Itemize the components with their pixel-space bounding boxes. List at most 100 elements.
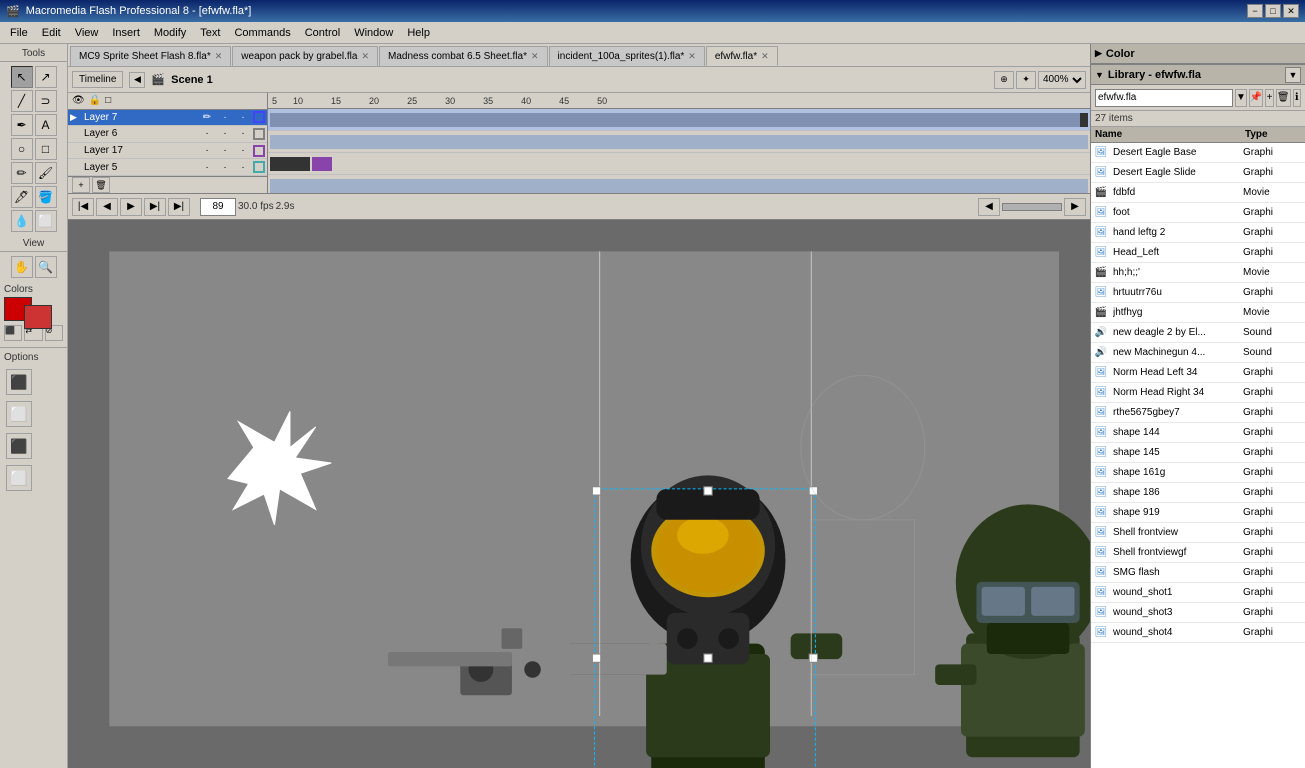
- lib-item-13[interactable]: 🖼 rthe5675gbey7 Graphi: [1091, 403, 1305, 423]
- layer-row-3[interactable]: Layer 5 · · ·: [68, 159, 267, 176]
- delete-layer-btn[interactable]: 🗑: [92, 177, 110, 193]
- snap-btn[interactable]: ⊕: [994, 71, 1014, 89]
- lib-item-23[interactable]: 🖼 wound_shot3 Graphi: [1091, 603, 1305, 623]
- pen-tool[interactable]: ✒: [11, 114, 33, 136]
- close-button[interactable]: ✕: [1283, 4, 1299, 18]
- go-end-btn[interactable]: ▶|: [168, 198, 190, 216]
- lib-item-21[interactable]: 🖼 SMG flash Graphi: [1091, 563, 1305, 583]
- tab-close-4[interactable]: ✕: [761, 51, 769, 62]
- tab-3[interactable]: incident_100a_sprites(1).fla*✕: [549, 46, 705, 66]
- timeline-scrollbar[interactable]: [1002, 203, 1062, 211]
- layer-3-lock[interactable]: ·: [217, 162, 233, 173]
- tab-2[interactable]: Madness combat 6.5 Sheet.fla*✕: [379, 46, 548, 66]
- layer-2-vis[interactable]: ·: [199, 145, 215, 156]
- menu-item-view[interactable]: View: [69, 25, 105, 41]
- lib-pin-btn[interactable]: 📌: [1249, 89, 1263, 107]
- hand-tool[interactable]: ✋: [11, 256, 33, 278]
- lib-item-19[interactable]: 🖼 Shell frontview Graphi: [1091, 523, 1305, 543]
- rect-tool[interactable]: □: [35, 138, 57, 160]
- lib-item-1[interactable]: 🖼 Desert Eagle Slide Graphi: [1091, 163, 1305, 183]
- lib-item-18[interactable]: 🖼 shape 919 Graphi: [1091, 503, 1305, 523]
- lib-item-7[interactable]: 🖼 hrtuutrr76u Graphi: [1091, 283, 1305, 303]
- menu-item-control[interactable]: Control: [299, 25, 346, 41]
- lib-item-0[interactable]: 🖼 Desert Eagle Base Graphi: [1091, 143, 1305, 163]
- window-controls[interactable]: − □ ✕: [1247, 4, 1299, 18]
- text-tool[interactable]: A: [35, 114, 57, 136]
- lib-item-3[interactable]: 🖼 foot Graphi: [1091, 203, 1305, 223]
- lib-item-9[interactable]: 🔊 new deagle 2 by El... Sound: [1091, 323, 1305, 343]
- step-back-btn[interactable]: ◀: [96, 198, 118, 216]
- tab-1[interactable]: weapon pack by grabel.fla✕: [232, 46, 378, 66]
- layer-2-lock[interactable]: ·: [217, 145, 233, 156]
- tab-4[interactable]: efwfw.fla*✕: [706, 46, 778, 66]
- layer-3-vis[interactable]: ·: [199, 162, 215, 173]
- layer-row-1[interactable]: Layer 6 · · ·: [68, 126, 267, 143]
- lib-item-2[interactable]: 🎬 fdbfd Movie: [1091, 183, 1305, 203]
- lib-item-16[interactable]: 🖼 shape 161g Graphi: [1091, 463, 1305, 483]
- timeline-scroll-left[interactable]: ◀: [978, 198, 1000, 216]
- lib-props-btn[interactable]: ℹ: [1293, 89, 1301, 107]
- scene-nav-prev[interactable]: ◀: [129, 72, 145, 88]
- tab-close-2[interactable]: ✕: [531, 51, 539, 62]
- layer-0-lock[interactable]: ·: [235, 112, 251, 123]
- option-btn-3[interactable]: ⬛: [6, 433, 32, 459]
- layer-1-x[interactable]: ·: [235, 128, 251, 139]
- menu-item-insert[interactable]: Insert: [106, 25, 146, 41]
- lib-item-11[interactable]: 🖼 Norm Head Left 34 Graphi: [1091, 363, 1305, 383]
- layer-0-vis[interactable]: ·: [217, 112, 233, 123]
- lib-item-22[interactable]: 🖼 wound_shot1 Graphi: [1091, 583, 1305, 603]
- option-btn-2[interactable]: ⬜: [6, 401, 32, 427]
- menu-item-help[interactable]: Help: [401, 25, 436, 41]
- subselect-tool[interactable]: ↗: [35, 66, 57, 88]
- tab-0[interactable]: MC9 Sprite Sheet Flash 8.fla*✕: [70, 46, 231, 66]
- line-tool[interactable]: ╱: [11, 90, 33, 112]
- menu-item-edit[interactable]: Edit: [36, 25, 67, 41]
- step-fwd-btn[interactable]: ▶|: [144, 198, 166, 216]
- lib-item-15[interactable]: 🖼 shape 145 Graphi: [1091, 443, 1305, 463]
- tab-close-3[interactable]: ✕: [688, 51, 696, 62]
- zoom-tool[interactable]: 🔍: [35, 256, 57, 278]
- menu-item-file[interactable]: File: [4, 25, 34, 41]
- layer-row-0[interactable]: ▶ Layer 7 ✏ · ·: [68, 110, 267, 127]
- pencil-tool[interactable]: ✏: [11, 162, 33, 184]
- option-btn-1[interactable]: ⬛: [6, 369, 32, 395]
- default-colors-btn[interactable]: ⬛: [4, 325, 22, 341]
- arrow-tool[interactable]: ↖: [11, 66, 33, 88]
- ink-bottle[interactable]: 🖋: [11, 186, 33, 208]
- maximize-button[interactable]: □: [1265, 4, 1281, 18]
- lib-delete-btn[interactable]: 🗑: [1276, 89, 1291, 107]
- go-start-btn[interactable]: |◀: [72, 198, 94, 216]
- eraser-tool[interactable]: ⬜: [35, 210, 57, 232]
- lock-icon[interactable]: 🔒: [89, 95, 101, 106]
- outline-icon[interactable]: □: [105, 95, 111, 106]
- layer-3-x[interactable]: ·: [235, 162, 251, 173]
- minimize-button[interactable]: −: [1247, 4, 1263, 18]
- menu-item-modify[interactable]: Modify: [148, 25, 192, 41]
- smooth-btn[interactable]: ✦: [1016, 71, 1036, 89]
- layer-0-eye[interactable]: ✏: [199, 112, 215, 123]
- tab-close-0[interactable]: ✕: [215, 51, 223, 62]
- timeline-button[interactable]: Timeline: [72, 71, 123, 88]
- color-panel-header[interactable]: ▶ Color: [1091, 44, 1305, 64]
- lib-item-5[interactable]: 🖼 Head_Left Graphi: [1091, 243, 1305, 263]
- lib-item-24[interactable]: 🖼 wound_shot4 Graphi: [1091, 623, 1305, 643]
- eye-icon[interactable]: 👁: [72, 95, 85, 106]
- lib-item-4[interactable]: 🖼 hand leftg 2 Graphi: [1091, 223, 1305, 243]
- current-frame-input[interactable]: [200, 198, 236, 216]
- lib-item-12[interactable]: 🖼 Norm Head Right 34 Graphi: [1091, 383, 1305, 403]
- lib-item-20[interactable]: 🖼 Shell frontviewgf Graphi: [1091, 543, 1305, 563]
- tab-close-1[interactable]: ✕: [361, 51, 369, 62]
- lasso-tool[interactable]: ⊃: [35, 90, 57, 112]
- zoom-select[interactable]: 400%200%100%50%: [1038, 71, 1086, 89]
- layer-row-2[interactable]: Layer 17 · · ·: [68, 143, 267, 160]
- option-btn-4[interactable]: ⬜: [6, 465, 32, 491]
- lib-new-btn[interactable]: +: [1265, 89, 1273, 107]
- lib-item-10[interactable]: 🔊 new Machinegun 4... Sound: [1091, 343, 1305, 363]
- lib-options-btn[interactable]: ▼: [1285, 67, 1301, 83]
- layer-1-lock[interactable]: ·: [217, 128, 233, 139]
- eyedropper-tool[interactable]: 💧: [11, 210, 33, 232]
- paint-bucket[interactable]: 🪣: [35, 186, 57, 208]
- menu-item-text[interactable]: Text: [194, 25, 226, 41]
- fill-color-swatch[interactable]: [24, 305, 52, 329]
- menu-item-window[interactable]: Window: [348, 25, 399, 41]
